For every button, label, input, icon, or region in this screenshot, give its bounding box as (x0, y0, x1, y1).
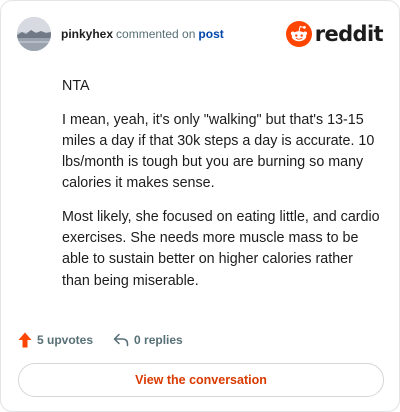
comment-paragraph: I mean, yeah, it's only "walking" but th… (62, 111, 375, 192)
upvote-arrow-icon (18, 332, 32, 348)
reply-count: 0 replies (134, 333, 183, 347)
action-text: commented on (116, 27, 196, 41)
avatar-image (17, 17, 51, 51)
avatar[interactable] (17, 17, 51, 51)
comment-meta: pinkyhex commented on post (61, 27, 224, 41)
post-link[interactable]: post (198, 27, 223, 41)
comment-paragraph: Most likely, she focused on eating littl… (62, 209, 380, 289)
view-conversation-button[interactable]: View the conversation (18, 363, 384, 397)
comment-body: NTA I mean, yeah, it's only "walking" bu… (62, 76, 384, 304)
comment-embed-card: pinkyhex commented on post reddit NTA I me… (0, 0, 400, 412)
replies-button[interactable]: 0 replies (113, 333, 183, 347)
comment-header: pinkyhex commented on post reddit (17, 17, 384, 51)
reddit-wordmark: reddit (314, 22, 384, 46)
comment-paragraph: NTA (62, 78, 90, 94)
comment-actions: 5 upvotes 0 replies (18, 331, 183, 349)
upvote-count: 5 upvotes (37, 333, 94, 347)
username-link[interactable]: pinkyhex (61, 27, 113, 41)
reply-arrow-icon (113, 333, 129, 347)
reddit-alien-icon (285, 21, 312, 47)
upvote-button[interactable]: 5 upvotes (18, 332, 93, 348)
reddit-brand[interactable]: reddit (285, 21, 384, 47)
